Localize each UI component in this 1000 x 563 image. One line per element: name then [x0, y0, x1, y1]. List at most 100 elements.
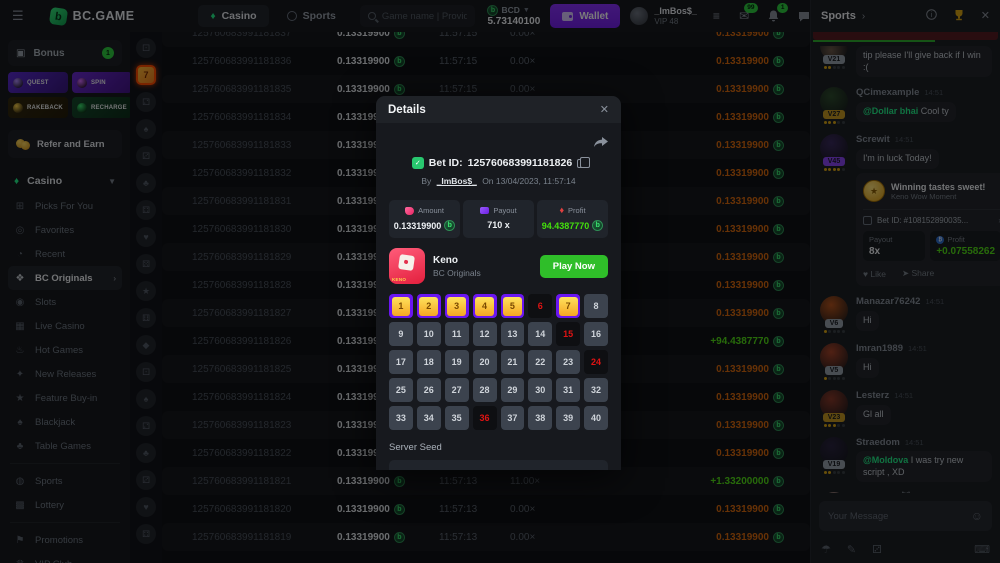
user-menu[interactable]: _ImBos$_ VIP 48	[630, 6, 697, 26]
sidebar-item-favorites[interactable]: ◎Favorites	[8, 218, 122, 242]
rail-game-icon[interactable]: ♠	[136, 389, 156, 409]
emoji-icon[interactable]: ☺	[971, 509, 983, 523]
keno-number-32[interactable]: 32	[584, 378, 608, 402]
keno-number-30[interactable]: 30	[528, 378, 552, 402]
sidebar-item-hot-games[interactable]: ♨Hot Games	[8, 338, 122, 362]
bonus-tile-recharge[interactable]: RECHARGE	[72, 97, 130, 118]
keno-number-3[interactable]: 3	[445, 294, 469, 318]
rain-icon[interactable]: ☂	[821, 543, 831, 556]
sidebar-item-new-releases[interactable]: ✦New Releases	[8, 362, 122, 386]
wallet-button[interactable]: Wallet	[550, 4, 620, 28]
rail-game-icon[interactable]: ⚂	[136, 146, 156, 166]
keno-number-7[interactable]: 7	[556, 294, 580, 318]
share-button[interactable]: ➤ Share	[902, 268, 934, 279]
keyboard-icon[interactable]: ⌨	[974, 543, 990, 556]
keno-number-34[interactable]: 34	[417, 406, 441, 430]
rail-game-icon[interactable]: ♠	[136, 119, 156, 139]
rail-game-icon[interactable]: ♣	[136, 173, 156, 193]
rail-game-icon[interactable]: ♣	[136, 443, 156, 463]
rail-game-icon[interactable]: ◆	[136, 335, 156, 355]
logo[interactable]: b BC.GAME	[50, 8, 135, 25]
rail-active-game-icon[interactable]: 7	[136, 65, 156, 85]
rail-game-icon[interactable]: ⚃	[136, 200, 156, 220]
rail-game-icon[interactable]: ⚀	[136, 38, 156, 58]
keno-number-14[interactable]: 14	[528, 322, 552, 346]
search-input[interactable]	[382, 11, 468, 22]
keno-number-22[interactable]: 22	[528, 350, 552, 374]
keno-number-27[interactable]: 27	[445, 378, 469, 402]
keno-number-28[interactable]: 28	[473, 378, 497, 402]
player-link[interactable]: _ImBos$_	[437, 176, 477, 186]
keno-number-16[interactable]: 16	[584, 322, 608, 346]
chat-username[interactable]: Imran1989	[856, 343, 903, 354]
chat-username[interactable]: Manazar76242	[856, 296, 920, 307]
sidebar-item-feature-buy-in[interactable]: ★Feature Buy-in	[8, 386, 122, 410]
sidebar-item-bc-originals[interactable]: ❖BC Originals›	[8, 266, 122, 290]
keno-number-11[interactable]: 11	[445, 322, 469, 346]
rail-game-icon[interactable]: ♥	[136, 227, 156, 247]
mention-link[interactable]: @Moldova	[863, 455, 908, 465]
dice-icon[interactable]: ⚂	[872, 543, 882, 556]
tab-sports[interactable]: Sports	[277, 5, 346, 27]
info-icon[interactable]: i	[926, 9, 937, 23]
refer-and-earn[interactable]: Refer and Earn	[8, 130, 122, 158]
keno-number-2[interactable]: 2	[417, 294, 441, 318]
keno-number-17[interactable]: 17	[389, 350, 413, 374]
game-search[interactable]	[360, 5, 476, 27]
keno-number-33[interactable]: 33	[389, 406, 413, 430]
keno-number-10[interactable]: 10	[417, 322, 441, 346]
keno-number-35[interactable]: 35	[445, 406, 469, 430]
sidebar-item-recent[interactable]: ◔Recent	[8, 242, 122, 266]
bet-list-icon[interactable]: ≡	[713, 10, 720, 22]
rail-game-icon[interactable]: ★	[136, 281, 156, 301]
sidebar-item-slots[interactable]: ◉Slots	[8, 290, 122, 314]
keno-number-39[interactable]: 39	[556, 406, 580, 430]
keno-number-4[interactable]: 4	[473, 294, 497, 318]
keno-number-36[interactable]: 36	[473, 406, 497, 430]
keno-number-8[interactable]: 8	[584, 294, 608, 318]
sidebar-item-promotions[interactable]: ⚑Promotions	[8, 528, 122, 552]
keno-number-6[interactable]: 6	[528, 294, 552, 318]
table-row[interactable]: 1257606839911818360.13319900b11:57:150.0…	[162, 47, 810, 75]
sidebar-casino-section[interactable]: ♦ Casino ▼	[8, 170, 122, 192]
chat-username[interactable]: Lesterz	[856, 390, 889, 401]
rail-game-icon[interactable]: ⚅	[136, 308, 156, 328]
sidebar-item-blackjack[interactable]: ♠Blackjack	[8, 410, 122, 434]
table-row[interactable]: 1257606839911818370.13319900b11:57:150.0…	[162, 32, 810, 47]
share-icon[interactable]	[593, 136, 608, 154]
win-share-card[interactable]: ★Winning tastes sweet!Keno Wow MomentBet…	[856, 173, 1000, 286]
keno-game-icon[interactable]: KENO	[389, 248, 425, 284]
sidebar-item-lottery[interactable]: ▩Lottery	[8, 493, 122, 517]
chat-message-input[interactable]	[828, 511, 965, 522]
mail-icon[interactable]: ✉99	[739, 10, 749, 22]
win-card-bet-id[interactable]: Bet ID: #108152890035... ›	[863, 209, 1000, 225]
close-chat-icon[interactable]: ✕	[981, 11, 990, 22]
rail-game-icon[interactable]: ⚁	[136, 92, 156, 112]
keno-number-31[interactable]: 31	[556, 378, 580, 402]
keno-number-19[interactable]: 19	[445, 350, 469, 374]
sidebar-item-vip-club[interactable]: ♛VIP Club	[8, 552, 122, 563]
chat-username[interactable]: Straedom	[856, 437, 900, 448]
pen-icon[interactable]: ✎	[847, 543, 856, 556]
keno-number-5[interactable]: 5	[501, 294, 525, 318]
chat-username[interactable]: Screwit	[856, 134, 890, 145]
keno-number-20[interactable]: 20	[473, 350, 497, 374]
table-row[interactable]: 1257606839911818190.13319900b11:57:130.0…	[162, 523, 810, 551]
bell-icon[interactable]: 1	[768, 10, 779, 22]
keno-number-13[interactable]: 13	[501, 322, 525, 346]
currency-selector[interactable]: b BCD ▼ 5.73140100	[487, 5, 540, 27]
trophy-icon[interactable]	[953, 9, 965, 24]
modal-close-icon[interactable]: ✕	[600, 103, 609, 116]
chat-input-box[interactable]: ☺	[819, 501, 992, 531]
keno-number-40[interactable]: 40	[584, 406, 608, 430]
copy-icon[interactable]	[577, 159, 585, 168]
keno-number-24[interactable]: 24	[584, 350, 608, 374]
table-row[interactable]: 1257606839911818210.13319900b11:57:1311.…	[162, 467, 810, 495]
rail-game-icon[interactable]: ♥	[136, 497, 156, 517]
keno-number-18[interactable]: 18	[417, 350, 441, 374]
keno-number-25[interactable]: 25	[389, 378, 413, 402]
keno-number-38[interactable]: 38	[528, 406, 552, 430]
keno-number-37[interactable]: 37	[501, 406, 525, 430]
sidebar-bonus[interactable]: ▣ Bonus 1	[8, 40, 122, 66]
bonus-tile-quest[interactable]: QUEST	[8, 72, 68, 93]
